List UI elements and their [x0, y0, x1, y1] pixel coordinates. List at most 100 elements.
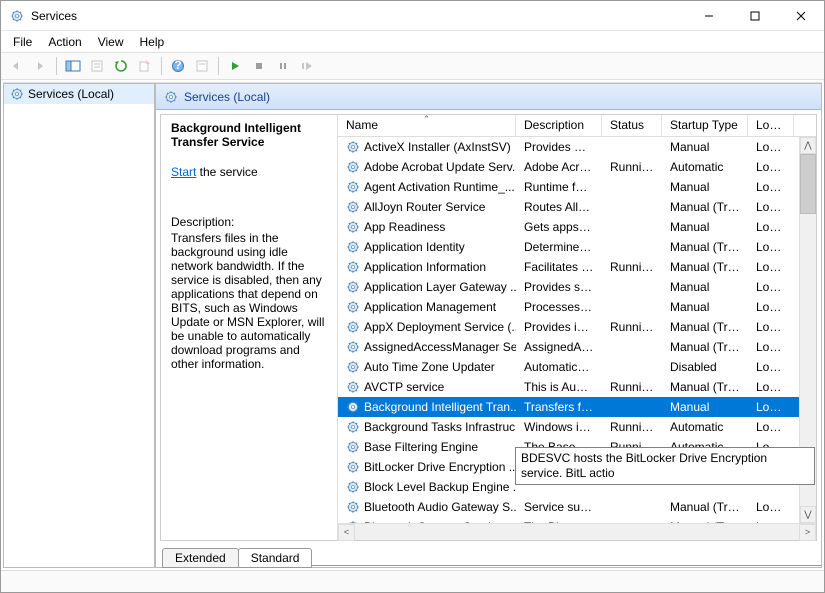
service-status-cell: Running	[602, 320, 662, 334]
scroll-down-icon[interactable]: ⋁	[800, 506, 816, 523]
service-icon	[346, 220, 360, 234]
toolbar: ?	[1, 52, 824, 80]
service-row[interactable]: Adobe Acrobat Update Serv...Adobe Acro..…	[338, 157, 816, 177]
menu-view[interactable]: View	[90, 33, 132, 51]
service-row[interactable]: Application ManagementProcesses in...Man…	[338, 297, 816, 317]
menu-action[interactable]: Action	[40, 33, 89, 51]
service-row[interactable]: ActiveX Installer (AxInstSV)Provides Us.…	[338, 137, 816, 157]
service-row[interactable]: AVCTP serviceThis is Audi...RunningManua…	[338, 377, 816, 397]
help-button[interactable]: ?	[167, 55, 189, 77]
service-row[interactable]: AssignedAccessManager Se...AssignedAc...…	[338, 337, 816, 357]
service-desc-cell: Runtime for...	[516, 180, 602, 194]
forward-button[interactable]	[29, 55, 51, 77]
horizontal-scrollbar[interactable]: < >	[338, 523, 816, 540]
pause-service-button[interactable]	[272, 55, 294, 77]
service-logon-cell: Local Sy	[748, 140, 794, 154]
service-startup-cell: Manual (Trig...	[662, 320, 748, 334]
service-logon-cell: Local Se	[748, 500, 794, 514]
tree-node-label: Services (Local)	[28, 87, 114, 101]
col-startup[interactable]: Startup Type	[662, 115, 748, 136]
service-row[interactable]: Application InformationFacilitates t...R…	[338, 257, 816, 277]
titlebar[interactable]: Services	[1, 1, 824, 31]
tab-extended[interactable]: Extended	[162, 548, 239, 568]
show-hide-tree-button[interactable]	[62, 55, 84, 77]
scroll-left-icon[interactable]: <	[338, 524, 355, 541]
service-row[interactable]: Application IdentityDetermines ...Manual…	[338, 237, 816, 257]
service-startup-cell: Manual (Trig...	[662, 240, 748, 254]
service-row[interactable]: Auto Time Zone UpdaterAutomatica...Disab…	[338, 357, 816, 377]
service-logon-cell: Local Sy	[748, 400, 794, 414]
service-icon	[346, 240, 360, 254]
service-name-cell: Auto Time Zone Updater	[364, 360, 495, 374]
start-service-button[interactable]	[224, 55, 246, 77]
service-logon-cell: Local Se	[748, 200, 794, 214]
service-desc-cell: Routes AllJo...	[516, 200, 602, 214]
service-status-cell: Running	[602, 380, 662, 394]
service-name-cell: AppX Deployment Service (...	[364, 320, 516, 334]
service-icon	[346, 480, 360, 494]
service-icon	[346, 320, 360, 334]
services-window: Services File Action View Help ?	[0, 0, 825, 593]
col-status[interactable]: Status	[602, 115, 662, 136]
start-link[interactable]: Start	[171, 165, 196, 179]
service-row[interactable]: AppX Deployment Service (...Provides inf…	[338, 317, 816, 337]
service-desc-cell: Processes in...	[516, 300, 602, 314]
service-name-cell: Block Level Backup Engine ...	[364, 480, 516, 494]
restart-service-button[interactable]	[296, 55, 318, 77]
properties2-button[interactable]	[191, 55, 213, 77]
close-button[interactable]	[778, 1, 824, 31]
service-icon	[346, 140, 360, 154]
export-button[interactable]	[134, 55, 156, 77]
tab-standard[interactable]: Standard	[238, 548, 313, 568]
menubar: File Action View Help	[1, 31, 824, 52]
service-name-cell: AssignedAccessManager Se...	[364, 340, 516, 354]
service-name-cell: Background Tasks Infrastruc...	[364, 420, 516, 434]
col-name[interactable]: Name	[338, 115, 516, 136]
service-startup-cell: Automatic	[662, 420, 748, 434]
service-name-cell: AVCTP service	[364, 380, 444, 394]
service-row[interactable]: Agent Activation Runtime_...Runtime for.…	[338, 177, 816, 197]
scroll-thumb[interactable]	[800, 154, 816, 214]
service-row[interactable]: Background Intelligent Tran...Transfers …	[338, 397, 816, 417]
service-row[interactable]: Background Tasks Infrastruc...Windows in…	[338, 417, 816, 437]
service-icon	[346, 340, 360, 354]
properties-button[interactable]	[86, 55, 108, 77]
maximize-button[interactable]	[732, 1, 778, 31]
minimize-button[interactable]	[686, 1, 732, 31]
service-desc-cell: Provides Us...	[516, 140, 602, 154]
scroll-right-icon[interactable]: >	[799, 524, 816, 541]
refresh-button[interactable]	[110, 55, 132, 77]
right-pane: Services (Local) Background Intelligent …	[155, 83, 822, 568]
service-desc-cell: This is Audi...	[516, 380, 602, 394]
window-title: Services	[31, 9, 686, 23]
service-logon-cell: Local Sy	[748, 160, 794, 174]
scroll-up-icon[interactable]: ⋀	[800, 137, 816, 154]
stop-service-button[interactable]	[248, 55, 270, 77]
tree-node-services-local[interactable]: Services (Local)	[4, 84, 154, 104]
tree-pane: Services (Local)	[3, 83, 155, 568]
service-logon-cell: Local Sy	[748, 260, 794, 274]
service-startup-cell: Automatic	[662, 160, 748, 174]
menu-help[interactable]: Help	[132, 33, 173, 51]
service-desc-cell: Provides inf...	[516, 320, 602, 334]
description-text: Transfers files in the background using …	[171, 231, 327, 371]
service-desc-cell: Provides su...	[516, 280, 602, 294]
service-desc-cell: Automatica...	[516, 360, 602, 374]
service-row[interactable]: App ReadinessGets apps re...ManualLocal …	[338, 217, 816, 237]
service-row[interactable]: AllJoyn Router ServiceRoutes AllJo...Man…	[338, 197, 816, 217]
service-logon-cell: Local Se	[748, 360, 794, 374]
service-logon-cell: Local Se	[748, 380, 794, 394]
col-logon[interactable]: Log On	[748, 115, 794, 136]
service-name-cell: Application Layer Gateway ...	[364, 280, 516, 294]
service-row[interactable]: Application Layer Gateway ...Provides su…	[338, 277, 816, 297]
service-desc-cell: Facilitates t...	[516, 260, 602, 274]
service-logon-cell: Local Se	[748, 280, 794, 294]
back-button[interactable]	[5, 55, 27, 77]
menu-file[interactable]: File	[5, 33, 40, 51]
col-description[interactable]: Description	[516, 115, 602, 136]
service-startup-cell: Manual	[662, 280, 748, 294]
service-row[interactable]: Bluetooth Audio Gateway S...Service sup.…	[338, 497, 816, 517]
service-icon	[346, 500, 360, 514]
service-logon-cell: Local Sy	[748, 320, 794, 334]
service-name-cell: Agent Activation Runtime_...	[364, 180, 515, 194]
